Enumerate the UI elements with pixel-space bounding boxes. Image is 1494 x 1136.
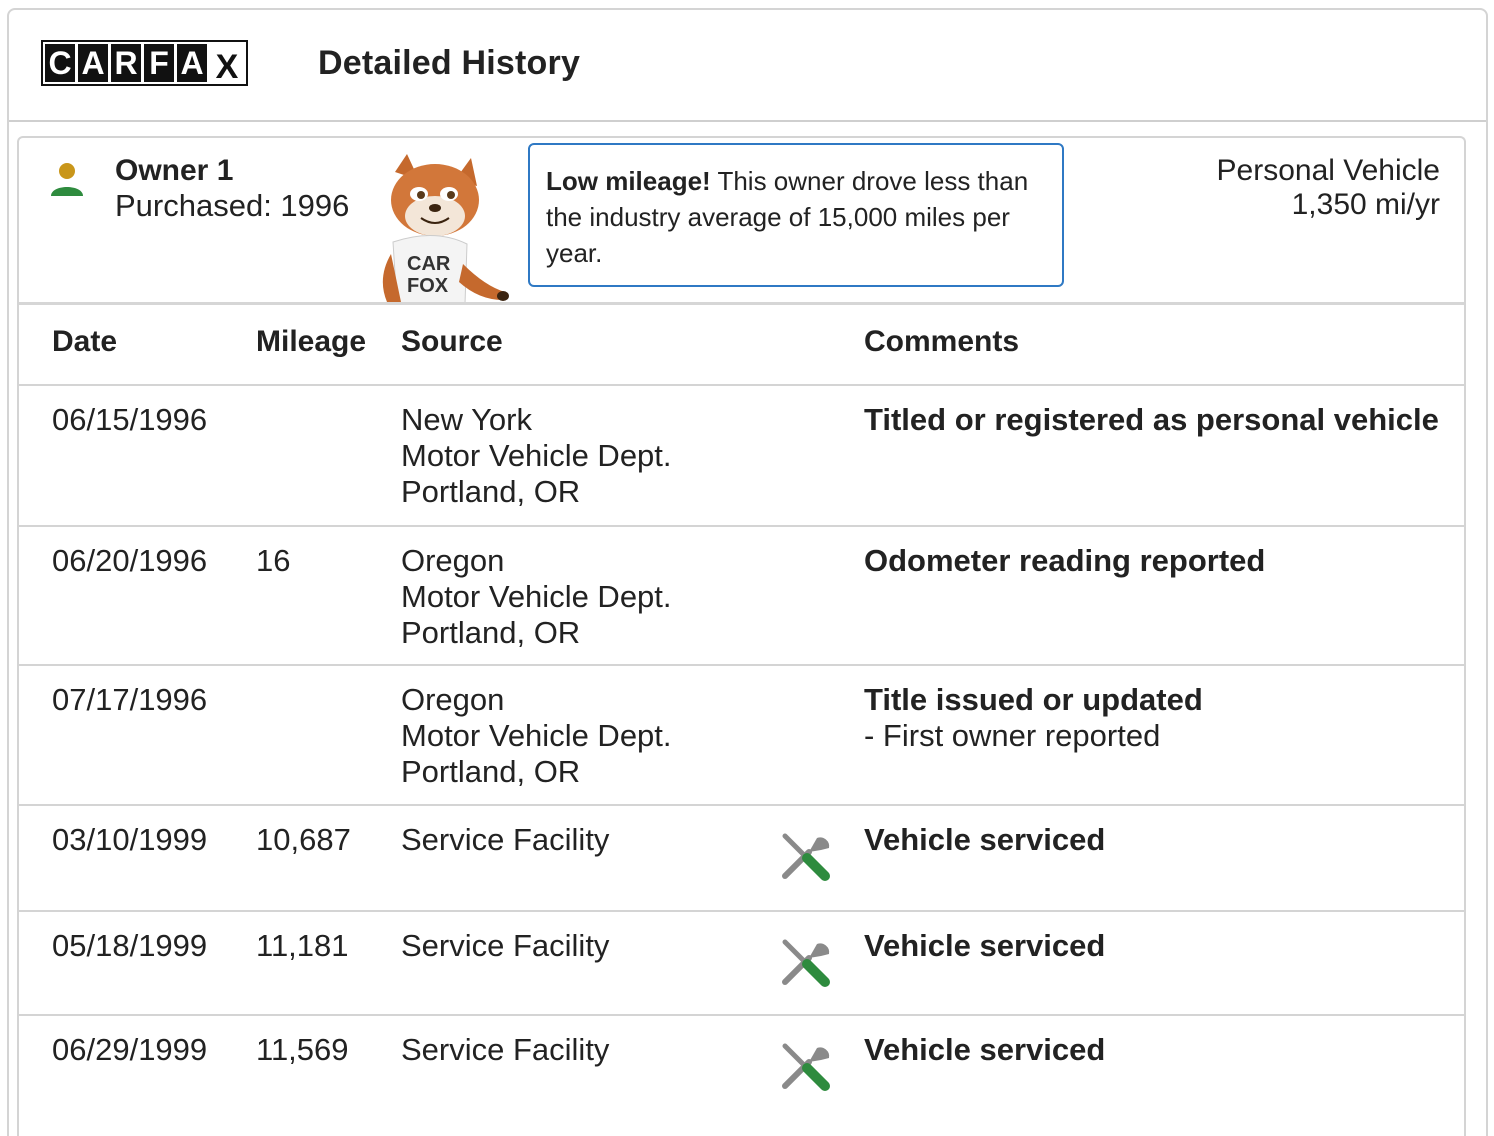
row-comment: Title issued or updated - First owner re… [864, 682, 1203, 754]
carfax-logo: C A R F A X [41, 40, 248, 86]
annual-mileage: 1,350 mi/yr [1291, 188, 1440, 221]
column-header-mileage: Mileage [256, 325, 367, 358]
table-row: 06/20/1996 16 Oregon Motor Vehicle Dept.… [19, 527, 1464, 666]
source-line: Motor Vehicle Dept. [401, 579, 672, 614]
row-mileage: 10,687 [256, 822, 351, 857]
mascot-shirt-text: FOX [407, 275, 449, 297]
logo-letter-x: X [210, 44, 244, 86]
column-header-date: Date [52, 325, 118, 358]
column-header-source: Source [401, 325, 503, 358]
row-date: 05/18/1999 [52, 928, 208, 963]
logo-letter: R [111, 44, 141, 82]
row-comment: Odometer reading reported [864, 543, 1266, 578]
row-source: Service Facility [401, 928, 610, 963]
row-mileage: 16 [256, 543, 291, 578]
source-line: Motor Vehicle Dept. [401, 718, 672, 753]
table-row: 03/10/1999 10,687 Service Facility Vehic… [19, 806, 1464, 912]
callout-highlight: Low mileage! [546, 166, 711, 196]
report-header: C A R F A X Detailed History [9, 10, 1486, 122]
row-date: 06/15/1996 [52, 402, 208, 437]
logo-letter: F [144, 44, 174, 82]
wrench-screwdriver-icon [782, 939, 830, 987]
row-date: 07/17/1996 [52, 682, 208, 717]
row-comment: Vehicle serviced [864, 822, 1106, 857]
low-mileage-callout: Low mileage! This owner drove less than … [528, 143, 1064, 287]
mascot-shirt-text: CAR [407, 253, 451, 275]
source-line: Motor Vehicle Dept. [401, 438, 672, 473]
column-header-comments: Comments [864, 325, 1020, 358]
wrench-screwdriver-icon [782, 833, 830, 881]
row-comment: Titled or registered as personal vehicle [864, 402, 1439, 437]
owner-title: Owner 1 [115, 154, 234, 187]
table-row: 06/29/1999 11,569 Service Facility Vehic… [19, 1016, 1464, 1136]
vehicle-type: Personal Vehicle [1216, 154, 1440, 187]
wrench-screwdriver-icon [782, 1043, 830, 1091]
owner-history-card: Owner 1 Purchased: 1996 CAR FOX Low mile… [17, 136, 1466, 1136]
comment-detail: - First owner reported [864, 718, 1161, 753]
row-date: 06/20/1996 [52, 543, 208, 578]
row-source: Oregon Motor Vehicle Dept. Portland, OR [401, 682, 672, 790]
owner-usage-summary: Personal Vehicle 1,350 mi/yr [1217, 154, 1440, 222]
source-line: Portland, OR [401, 474, 581, 509]
row-source: Service Facility [401, 822, 610, 857]
logo-letter: A [78, 44, 108, 82]
source-line: Portland, OR [401, 615, 581, 650]
carfox-mascot-icon: CAR FOX [382, 154, 509, 305]
logo-letter: A [177, 44, 207, 82]
history-table-header: Date Mileage Source Comments [19, 302, 1464, 386]
row-source: Service Facility [401, 1032, 610, 1067]
source-line: New York [401, 402, 532, 437]
table-row: 05/18/1999 11,181 Service Facility Vehic… [19, 912, 1464, 1016]
owner-purchased-year: Purchased: 1996 [115, 188, 350, 223]
table-row: 06/15/1996 New York Motor Vehicle Dept. … [19, 386, 1464, 527]
logo-letter: C [45, 44, 75, 82]
source-line: Oregon [401, 543, 505, 578]
row-date: 06/29/1999 [52, 1032, 208, 1067]
row-comment: Vehicle serviced [864, 928, 1106, 963]
row-source: New York Motor Vehicle Dept. Portland, O… [401, 402, 672, 510]
row-mileage: 11,181 [256, 928, 349, 963]
row-mileage: 11,569 [256, 1032, 349, 1067]
row-source: Oregon Motor Vehicle Dept. Portland, OR [401, 543, 672, 651]
page-title: Detailed History [318, 44, 581, 82]
row-date: 03/10/1999 [52, 822, 208, 857]
row-comment: Vehicle serviced [864, 1032, 1106, 1067]
table-row: 07/17/1996 Oregon Motor Vehicle Dept. Po… [19, 666, 1464, 806]
comment-title: Title issued or updated [864, 682, 1203, 717]
source-line: Oregon [401, 682, 505, 717]
source-line: Portland, OR [401, 754, 581, 789]
owner-person-icon [51, 163, 83, 196]
